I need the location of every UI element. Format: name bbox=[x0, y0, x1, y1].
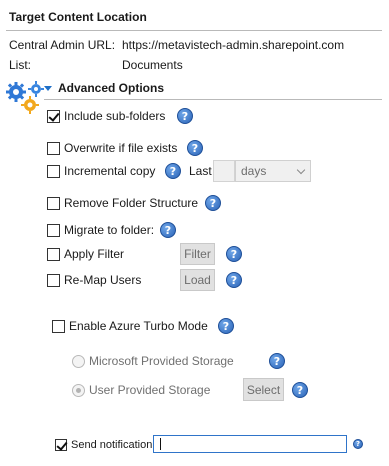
load-button[interactable]: Load bbox=[180, 269, 215, 291]
migrate-folder-label: Migrate to folder: bbox=[64, 223, 155, 237]
microsoft-storage-radio[interactable] bbox=[72, 354, 85, 368]
incremental-copy-label: Incremental copy bbox=[64, 164, 156, 178]
list-value: Documents bbox=[122, 58, 183, 72]
help-icon[interactable]: ? bbox=[218, 318, 234, 334]
overwrite-checkbox[interactable] bbox=[47, 141, 60, 155]
remove-folder-label: Remove Folder Structure bbox=[64, 196, 199, 210]
send-notification-checkbox[interactable] bbox=[55, 439, 67, 451]
remap-users-option[interactable]: Re-Map Users bbox=[47, 272, 141, 288]
apply-filter-checkbox[interactable] bbox=[47, 247, 60, 261]
apply-filter-option[interactable]: Apply Filter bbox=[47, 246, 124, 262]
azure-turbo-checkbox[interactable] bbox=[52, 319, 65, 333]
incremental-copy-checkbox[interactable] bbox=[47, 164, 60, 178]
notification-email-input[interactable] bbox=[153, 435, 347, 453]
remove-folder-option[interactable]: Remove Folder Structure bbox=[47, 195, 198, 211]
incremental-copy-option[interactable]: Incremental copy bbox=[47, 163, 155, 179]
section-divider bbox=[6, 30, 382, 31]
advanced-options-toggle[interactable]: Advanced Options bbox=[44, 81, 164, 95]
incremental-days-input[interactable] bbox=[213, 160, 235, 182]
list-label: List: bbox=[9, 58, 32, 72]
user-storage-label: User Provided Storage bbox=[89, 383, 211, 397]
overwrite-label: Overwrite if file exists bbox=[64, 141, 178, 155]
help-icon[interactable]: ? bbox=[165, 163, 181, 179]
filter-button[interactable]: Filter bbox=[180, 243, 215, 265]
migrate-folder-checkbox[interactable] bbox=[47, 223, 60, 237]
help-icon[interactable]: ? bbox=[269, 353, 285, 369]
remove-folder-checkbox[interactable] bbox=[47, 196, 60, 210]
central-admin-url-value: https://metavistech-admin.sharepoint.com bbox=[122, 38, 345, 52]
include-subfolders-label: Include sub-folders bbox=[64, 109, 166, 123]
migrate-folder-option[interactable]: Migrate to folder: bbox=[47, 222, 154, 238]
help-icon[interactable]: ? bbox=[292, 382, 308, 398]
help-icon[interactable]: ? bbox=[205, 195, 221, 211]
apply-filter-label: Apply Filter bbox=[64, 247, 125, 261]
text-caret bbox=[160, 438, 161, 450]
azure-turbo-label: Enable Azure Turbo Mode bbox=[69, 319, 208, 333]
last-label: Last bbox=[189, 164, 212, 178]
advanced-divider bbox=[44, 99, 382, 100]
include-subfolders-checkbox[interactable] bbox=[47, 109, 60, 123]
select-storage-button[interactable]: Select bbox=[243, 378, 284, 401]
overwrite-option[interactable]: Overwrite if file exists bbox=[47, 140, 177, 156]
advanced-options-title: Advanced Options bbox=[58, 81, 165, 95]
help-icon[interactable]: ? bbox=[177, 108, 193, 124]
gears-icon bbox=[6, 81, 44, 114]
chevron-down-icon bbox=[296, 165, 306, 174]
include-subfolders-option[interactable]: Include sub-folders bbox=[47, 108, 165, 124]
help-icon[interactable]: ? bbox=[160, 222, 176, 238]
help-icon[interactable]: ? bbox=[226, 272, 242, 288]
help-icon[interactable]: ? bbox=[187, 140, 203, 156]
help-icon[interactable]: ? bbox=[226, 246, 242, 262]
microsoft-storage-option[interactable]: Microsoft Provided Storage bbox=[72, 353, 234, 369]
azure-turbo-option[interactable]: Enable Azure Turbo Mode bbox=[52, 318, 208, 334]
send-notification-label: Send notification bbox=[71, 439, 153, 451]
expand-triangle-icon bbox=[44, 85, 52, 91]
microsoft-storage-label: Microsoft Provided Storage bbox=[89, 354, 234, 368]
remap-users-label: Re-Map Users bbox=[64, 273, 142, 287]
remap-users-checkbox[interactable] bbox=[47, 273, 60, 287]
incremental-unit-select[interactable]: days bbox=[235, 160, 311, 182]
user-storage-option[interactable]: User Provided Storage bbox=[72, 382, 210, 398]
section-title: Target Content Location bbox=[9, 10, 147, 24]
central-admin-url-label: Central Admin URL: bbox=[9, 38, 116, 52]
incremental-unit-value: days bbox=[241, 164, 267, 178]
user-storage-radio[interactable] bbox=[72, 383, 85, 397]
send-notification-option[interactable]: Send notification bbox=[55, 437, 152, 453]
help-icon[interactable]: ? bbox=[353, 439, 363, 449]
